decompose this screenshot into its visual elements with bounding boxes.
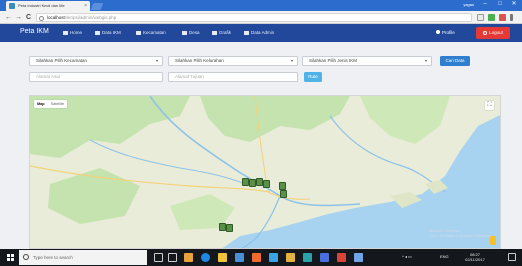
pegman-icon[interactable] bbox=[490, 236, 496, 245]
map-canvas[interactable]: Map Satellite ⛶ Activate Windows Go to S… bbox=[29, 95, 501, 249]
nav-data-ikm[interactable]: Data IKM bbox=[95, 30, 121, 35]
chevron-down-icon: ▾ bbox=[155, 58, 158, 63]
home-icon bbox=[63, 30, 68, 35]
ikm-marker[interactable] bbox=[263, 180, 270, 188]
star-icon[interactable] bbox=[477, 14, 484, 21]
sublime-icon[interactable] bbox=[286, 253, 295, 262]
windows-start-icon[interactable] bbox=[7, 254, 14, 261]
extension-icon[interactable] bbox=[488, 14, 495, 21]
chart-icon bbox=[212, 30, 217, 35]
new-tab-button[interactable] bbox=[90, 3, 104, 10]
store-icon[interactable] bbox=[235, 253, 244, 262]
chevron-down-icon: ▾ bbox=[424, 58, 427, 63]
file-explorer-icon[interactable] bbox=[218, 253, 227, 262]
chevron-down-icon: ▾ bbox=[290, 58, 293, 63]
table-icon bbox=[95, 30, 100, 35]
info-icon[interactable] bbox=[39, 15, 44, 21]
taskbar-search-input[interactable]: Type here to search bbox=[19, 250, 147, 265]
kelurahan-select[interactable]: Silahkan Pilih Kelurahan ▾ bbox=[168, 56, 298, 66]
nav-desa[interactable]: Desa bbox=[182, 30, 200, 35]
ikm-marker[interactable] bbox=[242, 178, 249, 186]
xampp-icon[interactable] bbox=[252, 253, 261, 262]
task-view-icon[interactable] bbox=[168, 253, 177, 262]
extension-icon[interactable] bbox=[499, 14, 506, 21]
close-window-button[interactable]: ✕ bbox=[507, 0, 521, 9]
powerpoint-icon[interactable] bbox=[337, 253, 346, 262]
logout-button[interactable]: Logout bbox=[476, 27, 510, 39]
photos-icon[interactable] bbox=[354, 253, 363, 262]
chrome-icon[interactable] bbox=[269, 253, 278, 262]
nav-kecamatan[interactable]: Kecamatan bbox=[136, 30, 166, 35]
screen: Peta Industri Kecil dan Me × yagas – □ ✕… bbox=[0, 0, 522, 266]
fullscreen-icon[interactable]: ⛶ bbox=[485, 101, 494, 110]
brand-title[interactable]: Peta IKM bbox=[20, 28, 49, 35]
nav-data-admin[interactable]: Data Admin bbox=[244, 30, 274, 35]
user-icon bbox=[436, 30, 440, 34]
rute-button[interactable]: Rute bbox=[304, 72, 322, 82]
clock[interactable]: 08:27 02/11/2017 bbox=[458, 252, 492, 262]
profile-link[interactable]: Profile bbox=[436, 30, 455, 35]
minimize-button[interactable]: – bbox=[478, 0, 492, 9]
kecamatan-select[interactable]: Silahkan Pilih Kecamatan ▾ bbox=[29, 56, 163, 66]
tray-icons[interactable]: ^ ◂ ▭ bbox=[402, 254, 412, 260]
browser-toolbar: ← → C localhost/skripsi/admin/webgis.php bbox=[0, 11, 522, 24]
nav-grafik[interactable]: Grafik bbox=[212, 30, 231, 35]
cari-data-button[interactable]: Cari Data bbox=[440, 56, 470, 66]
users-icon bbox=[244, 30, 249, 35]
browser-tab[interactable]: Peta Industri Kecil dan Me × bbox=[6, 1, 90, 11]
power-icon bbox=[483, 30, 488, 35]
address-bar[interactable]: localhost/skripsi/admin/webgis.php bbox=[36, 13, 472, 22]
back-button[interactable]: ← bbox=[5, 13, 12, 22]
jenis-ikm-select[interactable]: Silahkan Pilih Jenis IKM ▾ bbox=[302, 56, 432, 66]
app-navbar: Peta IKM Home Data IKM Kecamatan Desa Gr… bbox=[0, 24, 522, 42]
map-type-control: Map Satellite bbox=[34, 100, 68, 108]
alamat-asal-input[interactable]: Alamat Asal bbox=[29, 72, 163, 82]
taskbar: Type here to search ^ ◂ ▭ ENG 08:27 02/1… bbox=[0, 249, 522, 266]
ikm-marker[interactable] bbox=[256, 178, 263, 186]
window-user-name: yagas bbox=[463, 2, 474, 7]
maximize-button[interactable]: □ bbox=[493, 0, 507, 9]
word-icon[interactable] bbox=[320, 253, 329, 262]
tab-title: Peta Industri Kecil dan Me bbox=[18, 3, 65, 8]
map-type-satellite[interactable]: Satellite bbox=[48, 100, 68, 108]
mic-icon[interactable] bbox=[154, 253, 163, 262]
ikm-marker[interactable] bbox=[226, 224, 233, 232]
nav-home[interactable]: Home bbox=[63, 30, 82, 35]
favicon-icon bbox=[9, 3, 15, 9]
language-indicator[interactable]: ENG bbox=[440, 254, 449, 260]
menu-icon[interactable] bbox=[510, 14, 513, 21]
url-path: /skripsi/admin/webgis.php bbox=[64, 15, 117, 20]
notification-icon[interactable] bbox=[508, 253, 516, 261]
ikm-marker[interactable] bbox=[219, 223, 226, 231]
url-host: localhost bbox=[47, 15, 65, 20]
firefox-icon[interactable] bbox=[184, 253, 193, 262]
ikm-marker[interactable] bbox=[280, 190, 287, 198]
activate-windows-watermark: Activate Windows Go to Settings to activ… bbox=[428, 228, 492, 238]
table-icon bbox=[136, 30, 141, 35]
map-type-map[interactable]: Map bbox=[34, 100, 48, 108]
forward-button[interactable]: → bbox=[15, 13, 22, 22]
alamat-tujuan-input[interactable]: Alamat Tujuan bbox=[168, 72, 298, 82]
search-icon bbox=[23, 254, 29, 260]
reload-button[interactable]: C bbox=[26, 13, 31, 22]
browser-tabstrip: Peta Industri Kecil dan Me × yagas – □ ✕ bbox=[0, 0, 522, 11]
map-tiles bbox=[30, 96, 500, 248]
app-icon[interactable] bbox=[303, 253, 312, 262]
edge-icon[interactable] bbox=[201, 253, 210, 262]
tab-close-icon[interactable]: × bbox=[84, 1, 87, 11]
table-icon bbox=[182, 30, 187, 35]
ikm-marker[interactable] bbox=[249, 179, 256, 187]
ikm-marker[interactable] bbox=[279, 182, 286, 190]
